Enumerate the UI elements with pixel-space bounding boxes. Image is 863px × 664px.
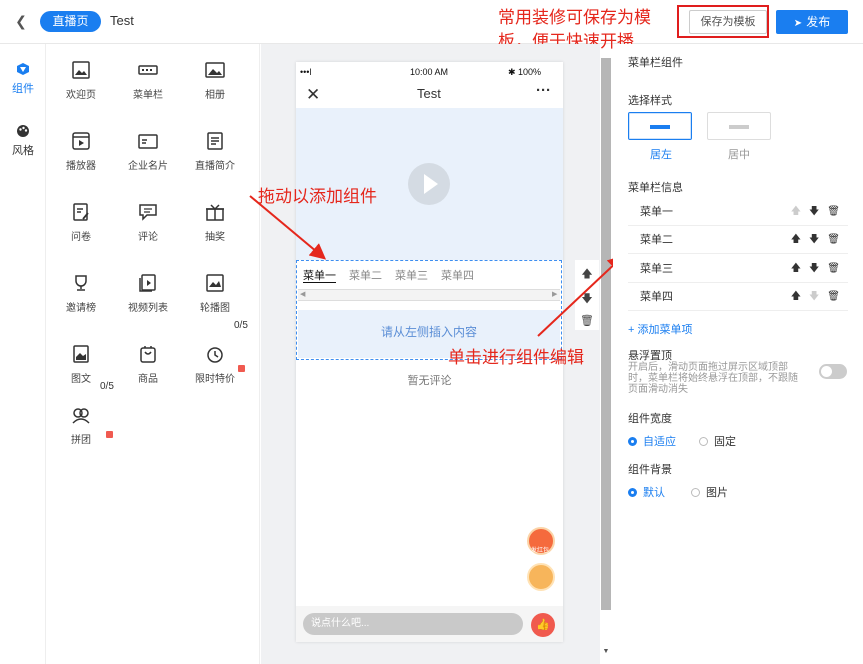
menu-item-name: 菜单四 — [640, 291, 673, 303]
move-down-icon[interactable]: 🡇 — [809, 234, 819, 245]
move-down-icon[interactable]: 🡇 — [809, 206, 819, 217]
width-auto-radio[interactable]: 自适应 — [628, 433, 676, 449]
menu-item-name: 菜单一 — [640, 206, 673, 218]
menu-item-name: 菜单三 — [640, 263, 673, 275]
add-menu-item-button[interactable]: + 添加菜单项 — [628, 321, 692, 337]
move-down-icon[interactable]: 🡇 — [809, 291, 819, 302]
radio-label: 自适应 — [643, 436, 676, 448]
width-fixed-radio[interactable]: 固定 — [699, 433, 736, 449]
radio-label: 固定 — [714, 436, 736, 448]
style-left-card[interactable] — [628, 112, 692, 140]
delete-icon[interactable]: 🗑 — [827, 263, 840, 274]
move-up-icon[interactable]: 🡅 — [791, 206, 801, 217]
radio-label: 默认 — [643, 487, 665, 499]
menu-item-row[interactable]: 菜单三 🡅 🡇 🗑 — [628, 255, 848, 283]
radio-label: 图片 — [706, 487, 728, 499]
width-label: 组件宽度 — [628, 413, 672, 425]
float-label: 悬浮置顶 — [628, 350, 672, 362]
style-center-card[interactable] — [707, 112, 771, 140]
move-up-icon[interactable]: 🡅 — [791, 263, 801, 274]
menu-item-row[interactable]: 菜单一 🡅 🡇 🗑 — [628, 198, 848, 226]
section-title: 菜单栏组件 — [628, 57, 683, 69]
style-label: 选择样式 — [628, 95, 672, 107]
menu-item-row[interactable]: 菜单四 🡅 🡇 🗑 — [628, 283, 848, 311]
style-center-label: 居中 — [728, 149, 750, 161]
move-up-icon[interactable]: 🡅 — [791, 234, 801, 245]
info-label: 菜单栏信息 — [628, 182, 683, 194]
menu-item-name: 菜单二 — [640, 234, 673, 246]
style-left-label: 居左 — [650, 149, 672, 161]
delete-icon[interactable]: 🗑 — [827, 234, 840, 245]
float-description: 开启后，滑动页面拖过屏示区域顶部时，菜单栏将始终悬浮在顶部，不跟随页面滑动消失 — [628, 362, 798, 395]
move-up-icon[interactable]: 🡅 — [791, 291, 801, 302]
bg-image-radio[interactable]: 图片 — [691, 484, 728, 500]
delete-icon[interactable]: 🗑 — [827, 206, 840, 217]
move-down-icon[interactable]: 🡇 — [809, 263, 819, 274]
bg-label: 组件背景 — [628, 464, 672, 476]
delete-icon[interactable]: 🗑 — [827, 291, 840, 302]
float-toggle[interactable] — [819, 364, 847, 379]
bg-default-radio[interactable]: 默认 — [628, 484, 665, 500]
menu-item-row[interactable]: 菜单二 🡅 🡇 🗑 — [628, 226, 848, 254]
